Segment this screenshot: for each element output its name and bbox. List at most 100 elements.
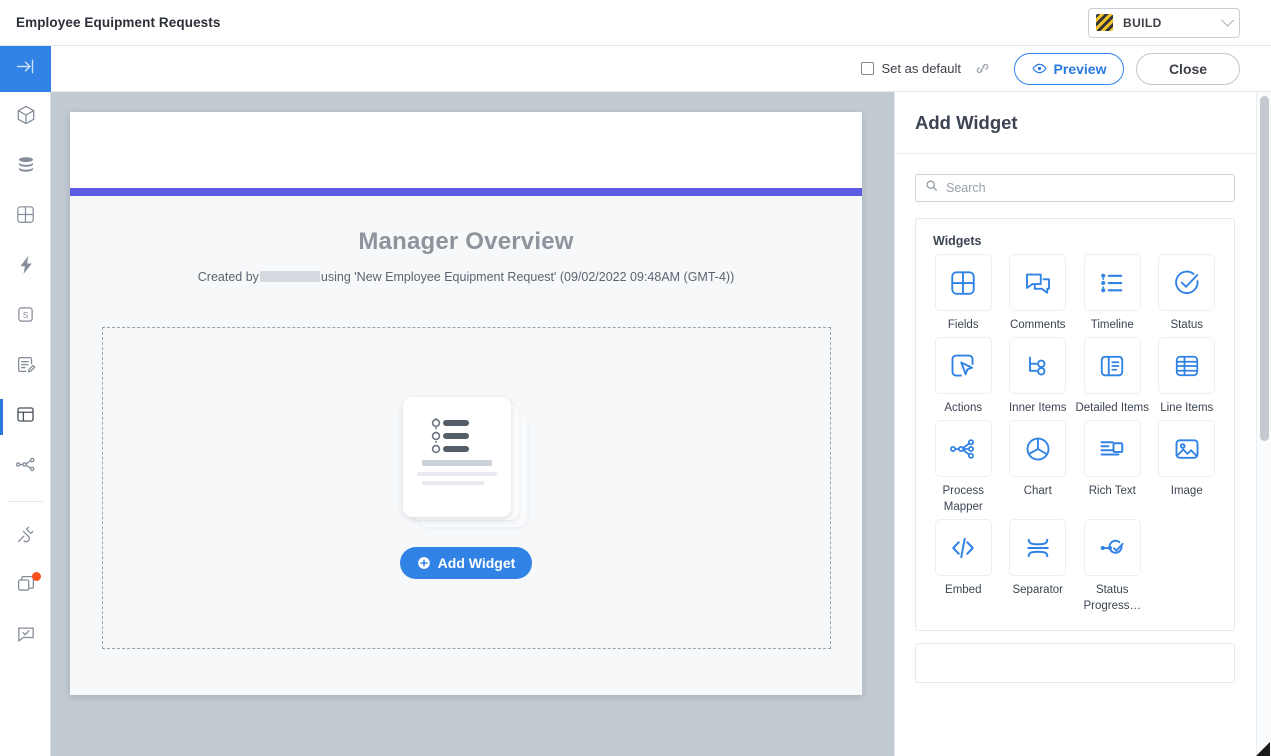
sidebar-item-grid[interactable] [0,192,51,242]
panel-header: Add Widget [895,92,1271,154]
add-widget-button[interactable]: Add Widget [400,547,532,579]
branch-nodes-icon[interactable] [1009,337,1066,394]
layout-subtitle: Created byusing 'New Employee Equipment … [70,270,862,284]
illustration-line-1 [422,460,492,466]
sidebar-item-script[interactable]: S [0,292,51,342]
widget-fields[interactable]: Fields [926,254,1001,333]
subtitle-prefix: Created by [198,270,259,284]
widget-separator[interactable]: Separator [1001,519,1076,614]
sidebar-item-versions[interactable] [0,561,51,611]
resize-grip-icon[interactable] [1256,742,1270,756]
document-panel-icon[interactable] [1084,337,1141,394]
comment-check-icon [15,623,37,650]
timeline-list-icon [429,415,485,462]
plus-circle-icon [417,556,431,570]
page-preview-card: Manager Overview Created byusing 'New Em… [70,112,862,695]
search-input[interactable] [946,181,1225,195]
image-picture-icon[interactable] [1158,420,1215,477]
close-button[interactable]: Close [1136,53,1240,85]
next-group-partial [915,643,1235,683]
widget-label: Fields [926,317,1000,333]
node-branch-icon [14,453,37,481]
chat-bubbles-icon[interactable] [1009,254,1066,311]
letter-s-icon: S [15,304,36,330]
widget-status[interactable]: Status [1150,254,1225,333]
sidebar-item-forms[interactable] [0,342,51,392]
sidebar-item-objects[interactable] [0,92,51,142]
chevron-down-icon [1221,14,1234,27]
separator-icon[interactable] [1009,519,1066,576]
panel-scrollbar-track[interactable] [1256,92,1271,756]
widget-image[interactable]: Image [1150,420,1225,515]
widgets-group-title: Widgets [933,234,1224,248]
widget-status-progress[interactable]: Status Progress… [1075,519,1150,614]
illustration-line-3 [422,481,484,485]
grid-four-panel-icon[interactable] [935,254,992,311]
pie-chart-icon[interactable] [1009,420,1066,477]
check-circle-icon[interactable] [1158,254,1215,311]
page-accent-bar [70,188,862,196]
widgets-grid: Fields Comments [926,254,1224,614]
widget-label: Chart [1001,483,1075,499]
process-map-icon[interactable] [935,420,992,477]
widget-label: Separator [1001,582,1075,598]
widget-detailed-items[interactable]: Detailed Items [1075,337,1150,416]
eye-icon [1032,61,1047,76]
widget-timeline[interactable]: Timeline [1075,254,1150,333]
widget-embed[interactable]: Embed [926,519,1001,614]
checkbox-box[interactable] [861,62,874,75]
widget-label: Rich Text [1075,483,1149,499]
title-bar: Employee Equipment Requests BUILD [0,0,1271,46]
widget-line-items[interactable]: Line Items [1150,337,1225,416]
status-progress-icon[interactable] [1084,519,1141,576]
table-grid-icon[interactable] [1158,337,1215,394]
widget-inner-items[interactable]: Inner Items [1001,337,1076,416]
set-as-default-checkbox[interactable]: Set as default [861,61,962,76]
add-widget-panel: Add Widget Widgets Fields [894,92,1271,756]
build-mode-select[interactable]: BUILD [1088,8,1240,38]
code-brackets-icon[interactable] [935,519,992,576]
plug-icon [15,523,37,550]
rich-text-icon[interactable] [1084,420,1141,477]
document-edit-icon [15,354,37,381]
sidebar-item-data[interactable] [0,142,51,192]
layout-title: Manager Overview [70,228,862,256]
cursor-square-icon[interactable] [935,337,992,394]
widget-comments[interactable]: Comments [1001,254,1076,333]
build-mode-label: BUILD [1123,16,1162,30]
sidebar-item-collapse-toggle[interactable] [0,46,51,92]
sidebar-item-feedback[interactable] [0,611,51,661]
widget-rich-text[interactable]: Rich Text [1075,420,1150,515]
diagonal-stripes-icon [1096,14,1113,31]
sidebar-item-process[interactable] [0,442,51,492]
widget-label: Detailed Items [1075,400,1149,416]
page-body: Manager Overview Created byusing 'New Em… [70,196,862,695]
page-header-blank [70,112,862,188]
link-icon[interactable] [974,61,990,77]
sidebar-item-automation[interactable] [0,242,51,292]
notification-badge [32,572,41,581]
widget-dropzone[interactable]: Add Widget [102,327,831,649]
add-widget-label: Add Widget [438,555,516,571]
widget-label: Embed [926,582,1000,598]
grid-square-icon [15,204,36,230]
cube-icon [15,104,37,131]
timeline-list-icon[interactable] [1084,254,1141,311]
widget-label: Inner Items [1001,400,1075,416]
layout-toolbar: Set as default Preview Close [51,46,1271,92]
empty-state-illustration [401,397,531,533]
widget-chart[interactable]: Chart [1001,420,1076,515]
search-box[interactable] [915,174,1235,202]
panel-title: Add Widget [915,112,1018,134]
sidebar-item-layouts[interactable] [0,392,51,442]
panel-search-wrap [895,154,1271,202]
preview-button[interactable]: Preview [1014,53,1124,85]
panel-scrollbar-thumb[interactable] [1260,96,1269,441]
widget-process-mapper[interactable]: Process Mapper [926,420,1001,515]
widget-label: Line Items [1150,400,1224,416]
widget-label: Actions [926,400,1000,416]
search-icon [925,179,938,197]
widget-actions[interactable]: Actions [926,337,1001,416]
sidebar-item-integrations[interactable] [0,511,51,561]
layout-panel-icon [15,404,36,430]
